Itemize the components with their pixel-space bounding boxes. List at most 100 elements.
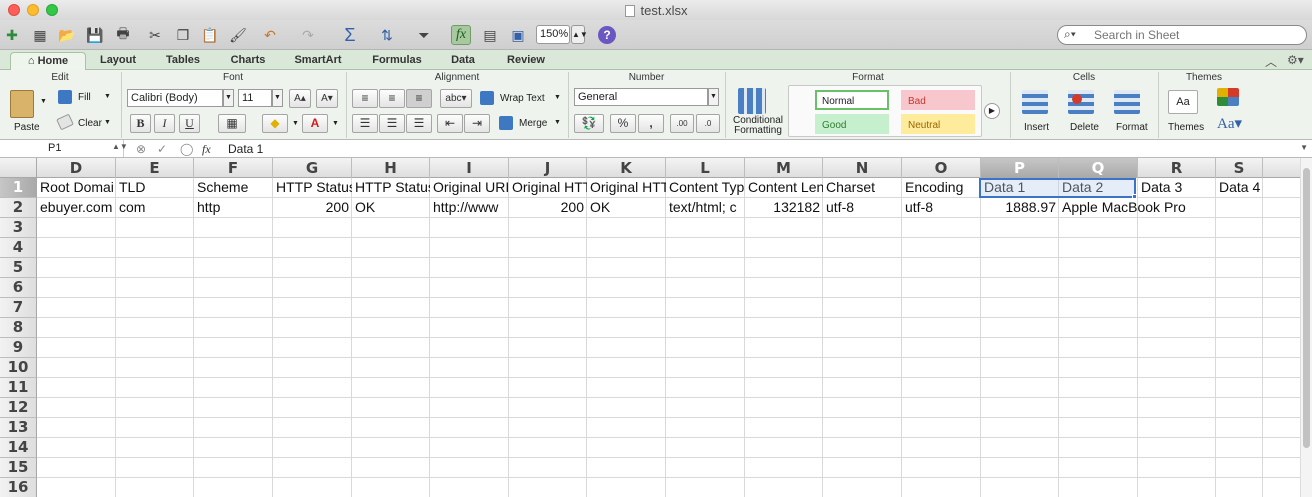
cell-k1[interactable]: Original HTT — [587, 178, 666, 197]
print-icon[interactable]: 🖶 — [113, 25, 133, 45]
vertical-scroll-thumb[interactable] — [1303, 168, 1310, 448]
formula-builder-icon[interactable]: fx — [451, 25, 471, 45]
worksheet-grid[interactable]: DEFGHIJKLMNOPQRS 1 2 3 4 5 6 7 8 9 10 11 12 13 14 15 16… — [0, 158, 1300, 497]
insert-function-icon[interactable]: fx — [202, 142, 211, 157]
delete-button[interactable]: Delete — [1070, 122, 1099, 133]
zoom-select[interactable]: 150% — [536, 25, 570, 44]
cell-m1[interactable]: Content Len — [745, 178, 823, 197]
formula-content[interactable]: Data 1 — [228, 142, 263, 156]
text-orientation-button[interactable]: abc▾ — [440, 89, 472, 108]
column-header-r[interactable]: R — [1138, 158, 1216, 178]
row-header-16[interactable]: 16 — [0, 478, 37, 497]
copy-icon[interactable]: ❐ — [173, 25, 193, 45]
cell-e1[interactable]: TLD — [116, 178, 194, 197]
paste-large-icon[interactable] — [10, 90, 34, 118]
row-header-7[interactable]: 7 — [0, 298, 37, 318]
tab-tables[interactable]: Tables — [155, 52, 211, 70]
increase-font-size-button[interactable]: A▴ — [289, 89, 311, 108]
number-format-select[interactable]: General — [574, 88, 708, 106]
increase-decimal-button[interactable]: .00 — [670, 114, 694, 133]
vertical-scrollbar[interactable] — [1300, 158, 1312, 497]
row-header-8[interactable]: 8 — [0, 318, 37, 338]
decrease-font-size-button[interactable]: A▾ — [316, 89, 338, 108]
borders-button[interactable]: ▦ — [218, 114, 246, 133]
row-header-14[interactable]: 14 — [0, 438, 37, 458]
decrease-indent-button[interactable]: ⇤ — [437, 114, 463, 133]
tab-formulas[interactable]: Formulas — [362, 52, 432, 70]
new-icon[interactable]: ✚ — [2, 25, 22, 45]
merge-dropdown-arrow[interactable]: ▼ — [554, 119, 561, 126]
wrap-text-icon[interactable] — [480, 91, 494, 105]
paste-button[interactable]: Paste — [14, 122, 40, 133]
column-header-i[interactable]: I — [430, 158, 509, 178]
fill-color-button[interactable]: ◆ — [262, 114, 288, 133]
align-bottom-button[interactable]: ≡ — [406, 89, 432, 108]
format-painter-icon[interactable]: 🖌 — [228, 25, 248, 45]
bold-button[interactable]: B — [130, 114, 151, 133]
row-header-13[interactable]: 13 — [0, 418, 37, 438]
column-header-p[interactable]: P — [981, 158, 1059, 178]
cell-h2[interactable]: OK — [352, 198, 430, 217]
fill-icon[interactable] — [58, 90, 72, 104]
restore-icon[interactable]: ◯ — [180, 142, 193, 156]
column-header-o[interactable]: O — [902, 158, 981, 178]
clear-button[interactable]: Clear — [78, 118, 102, 129]
insert-cells-icon[interactable] — [1022, 90, 1048, 114]
column-header-j[interactable]: J — [509, 158, 587, 178]
accounting-format-button[interactable]: 💱 — [574, 114, 604, 133]
theme-colors-icon[interactable] — [1217, 88, 1239, 106]
tab-home[interactable]: ⌂ Home — [10, 52, 86, 70]
column-header-n[interactable]: N — [823, 158, 902, 178]
cell-i2[interactable]: http://www — [430, 198, 509, 217]
zoom-dropdown-arrow[interactable]: ▲▼ — [571, 25, 588, 44]
theme-fonts-button[interactable]: Aa▾ — [1217, 114, 1242, 133]
row-header-5[interactable]: 5 — [0, 258, 37, 278]
row-header-9[interactable]: 9 — [0, 338, 37, 358]
show-toolbox-icon[interactable]: ▤ — [480, 25, 500, 45]
align-right-button[interactable]: ☰ — [406, 114, 432, 133]
column-header-k[interactable]: K — [587, 158, 666, 178]
cut-icon[interactable]: ✂ — [145, 25, 165, 45]
tab-charts[interactable]: Charts — [220, 52, 276, 70]
style-good[interactable]: Good — [815, 114, 889, 134]
cell-g1[interactable]: HTTP Status — [273, 178, 352, 197]
save-icon[interactable]: 💾 — [85, 25, 105, 45]
cell-l1[interactable]: Content Typ — [666, 178, 745, 197]
cell-o2[interactable]: utf-8 — [902, 198, 981, 217]
percent-style-button[interactable]: % — [610, 114, 636, 133]
filter-icon[interactable]: ⏷ — [414, 25, 434, 45]
media-browser-icon[interactable]: ▣ — [508, 25, 528, 45]
cell-e2[interactable]: com — [116, 198, 194, 217]
cell-p2[interactable]: 1888.97 — [981, 198, 1059, 217]
merge-button[interactable]: Merge — [519, 118, 547, 129]
cell-j2[interactable]: 200 — [509, 198, 587, 217]
row-header-10[interactable]: 10 — [0, 358, 37, 378]
row-header-4[interactable]: 4 — [0, 238, 37, 258]
open-icon[interactable]: 📂 — [57, 25, 77, 45]
paste-icon[interactable]: 📋 — [200, 25, 220, 45]
cell-d2[interactable]: ebuyer.com — [37, 198, 116, 217]
align-top-button[interactable]: ≡ — [352, 89, 378, 108]
fill-button[interactable]: Fill — [78, 92, 91, 103]
column-header-d[interactable]: D — [37, 158, 116, 178]
templates-icon[interactable]: ▦ — [30, 25, 50, 45]
row-header-2[interactable]: 2 — [0, 198, 37, 218]
cell-q2[interactable]: Apple MacBook Pro — [1059, 198, 1186, 217]
select-all-corner[interactable] — [0, 158, 37, 178]
wrap-text-dropdown-arrow[interactable]: ▼ — [554, 94, 561, 101]
underline-button[interactable]: U — [179, 114, 200, 133]
row-header-1[interactable]: 1 — [0, 178, 37, 198]
cell-l2[interactable]: text/html; c — [666, 198, 745, 217]
tab-layout[interactable]: Layout — [90, 52, 146, 70]
fill-dropdown-arrow[interactable]: ▼ — [104, 93, 111, 100]
row-header-6[interactable]: 6 — [0, 278, 37, 298]
italic-button[interactable]: I — [154, 114, 175, 133]
wrap-text-button[interactable]: Wrap Text — [500, 93, 545, 104]
cell-q1[interactable]: Data 2 — [1059, 178, 1138, 197]
font-size-dropdown-arrow[interactable]: ▼ — [272, 89, 283, 107]
name-box[interactable]: P1 — [0, 140, 124, 157]
row-header-11[interactable]: 11 — [0, 378, 37, 398]
font-name-select[interactable]: Calibri (Body) — [127, 89, 223, 107]
font-name-dropdown-arrow[interactable]: ▼ — [223, 89, 234, 107]
row-header-15[interactable]: 15 — [0, 458, 37, 478]
